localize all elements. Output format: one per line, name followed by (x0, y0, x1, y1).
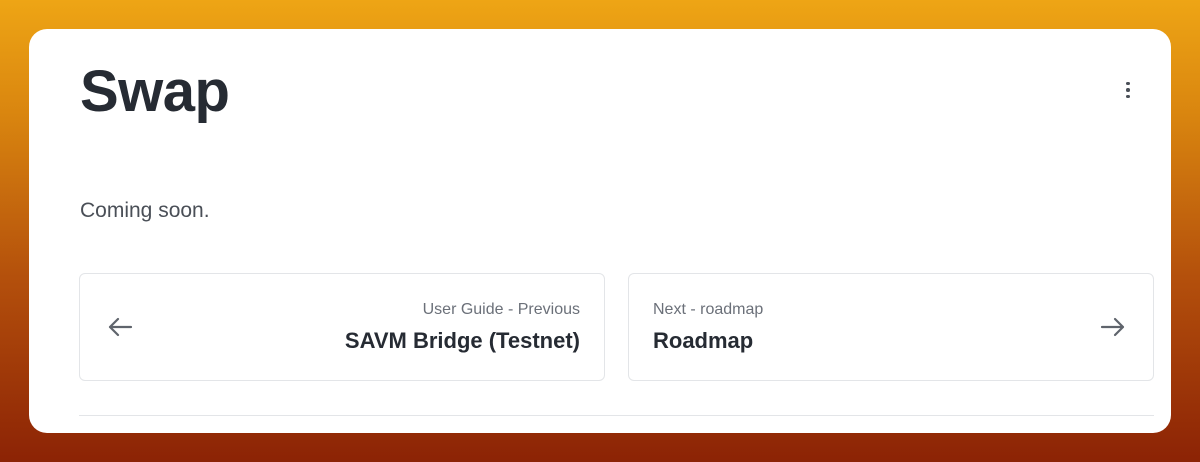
kebab-dot (1126, 81, 1130, 86)
kebab-dot (1126, 88, 1130, 92)
previous-page-subtitle: User Guide - Previous (422, 301, 580, 318)
arrow-right-icon (1100, 317, 1125, 337)
previous-page-link[interactable]: User Guide - Previous SAVM Bridge (Testn… (79, 273, 605, 381)
next-page-subtitle: Next - roadmap (653, 301, 764, 318)
page-card: Swap Coming soon. User Guide - Previous … (29, 29, 1171, 433)
kebab-menu-icon[interactable] (1117, 77, 1139, 103)
page-body-text: Coming soon. (80, 199, 210, 222)
next-page-title: Roadmap (653, 328, 754, 353)
kebab-dot (1126, 94, 1130, 99)
next-page-link[interactable]: Next - roadmap Roadmap (628, 273, 1154, 381)
page-title: Swap (80, 59, 230, 124)
arrow-left-icon (108, 317, 133, 337)
previous-page-title: SAVM Bridge (Testnet) (344, 328, 580, 353)
footer-divider (79, 415, 1154, 416)
